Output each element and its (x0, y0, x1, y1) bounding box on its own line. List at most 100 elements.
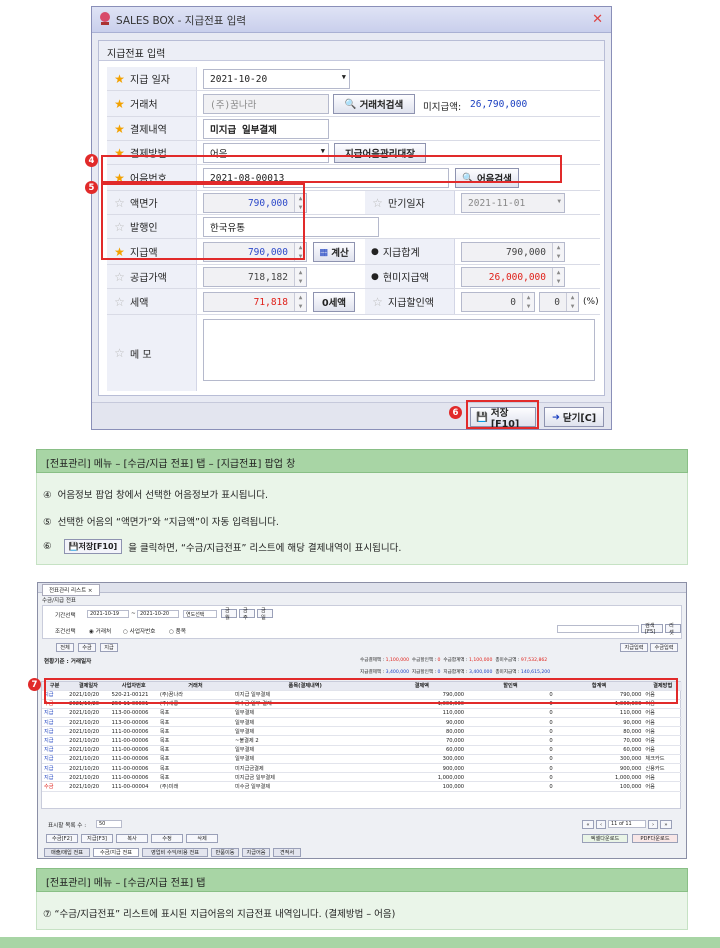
discount-pct-field[interactable]: 0 ▲ ▼ (539, 292, 579, 312)
table-row[interactable]: 지급 2021/10/20 111-00-00006 목포 미지급금결제 900,000 0… (42, 765, 682, 774)
table-row[interactable]: 지급 2021/10/20 111-00-00006 목포 일부결제 80,000 0 80,… (42, 728, 682, 737)
table-cell: 90,000 (623, 719, 642, 726)
first-page-button[interactable]: « (582, 820, 594, 829)
bottom-tab[interactable]: 지급어음 (242, 848, 270, 857)
table-cell: 2021/10/20 (69, 738, 100, 744)
page-size-select[interactable]: 50 (96, 820, 122, 828)
bottom-tab[interactable]: 반품이동 (211, 848, 239, 857)
inline-save-button: 💾저장[F10] (63, 539, 123, 554)
optional-star-icon: ☆ (114, 269, 125, 284)
prev-page-button[interactable]: ‹ (596, 820, 606, 829)
bottom-action-button[interactable]: 지급[F3] (81, 834, 113, 843)
caption1-line2: ⑤ 선택한 어음의 “액면가”와 “지급액”이 자동 입력됩니다. (43, 517, 279, 528)
bottom-action-button[interactable]: 삭제 (186, 834, 218, 843)
table-cell: 목포 (159, 747, 170, 754)
table-cell: 일부결제 (235, 710, 255, 717)
table-cell: 111-00-00006 (111, 756, 149, 763)
supply-field[interactable]: 718,182 ▲ ▼ (203, 267, 307, 287)
memo-textarea[interactable] (203, 319, 595, 381)
table-row[interactable]: 지급 2021/10/20 113-00-00006 목포 일부결제 90,000 0 90,… (42, 719, 682, 728)
table-row[interactable]: 지급 2021/10/20 111-00-00006 목포 미지급금 일부결제 1,000… (42, 774, 682, 783)
spinner-icon[interactable]: ▲ ▼ (566, 293, 578, 311)
window-tab[interactable]: 전표관리 리스트 × (42, 584, 100, 596)
table-cell: 2021/10/20 (69, 710, 100, 717)
excel-download-button[interactable]: 엑셀다운로드 (582, 834, 628, 843)
spinner-icon[interactable]: ▲ ▼ (552, 268, 564, 286)
last-page-button[interactable]: » (660, 820, 672, 829)
zero-tax-button[interactable]: 0세액 (313, 292, 355, 312)
bottom-action-button[interactable]: 복사 (116, 834, 148, 843)
search-input[interactable] (557, 625, 639, 633)
spinner-icon[interactable]: ▲ ▼ (522, 293, 534, 311)
table-cell: 100,000 (619, 784, 642, 790)
discount-field[interactable]: 0 ▲ ▼ (461, 292, 535, 312)
radio-vendor[interactable]: ◉ 거래처 (89, 627, 111, 635)
table-cell: 110,000 (619, 710, 642, 717)
period-label: 기간선택 (55, 613, 76, 619)
table-cell: 1,000,000 (437, 774, 465, 781)
table-cell: 60,000 (445, 747, 465, 754)
next-page-button[interactable]: › (648, 820, 658, 829)
table-cell: 70,000 (445, 738, 465, 744)
reset-button[interactable]: 리셋 (665, 623, 681, 636)
spinner-icon[interactable]: ▲ ▼ (294, 293, 306, 311)
row-vendor: ★ 거래처 (주)꿈나라 🔍 거래처검색 미지급액: 26,790,000 (107, 91, 600, 117)
vendor-search-button[interactable]: 🔍 거래처검색 (333, 94, 415, 114)
caption2-body: ⑦ “수금/지급전표” 리스트에 표시된 지급어음의 지급전표 내역입니다. (… (36, 892, 688, 930)
bottom-tab[interactable]: 영업비 수익/비용 전표 (142, 848, 208, 857)
pdf-download-button[interactable]: PDF다운로드 (632, 834, 678, 843)
filter-in-button[interactable]: 수금 (78, 643, 96, 652)
table-row[interactable]: 지급 2021/10/20 113-00-00006 목포 일부결제 110,000 0 11… (42, 709, 682, 718)
table-cell: 어음 (645, 747, 655, 754)
bottom-tab[interactable]: 견적서 (273, 848, 301, 857)
date-to-field[interactable]: 2021-10-20 (137, 610, 179, 618)
search-button[interactable]: 검색[F5] (641, 623, 663, 635)
pay-total-field[interactable]: 790,000 ▲ ▼ (461, 242, 565, 262)
bottom-tab[interactable]: 수금/지급 전표 (93, 848, 139, 857)
today-button[interactable]: 금일 (257, 608, 273, 621)
table-cell: 111-00-00006 (111, 728, 149, 735)
table-row[interactable]: 지급 2021/10/20 111-00-00006 목포 일부결제 60,000 0 60,… (42, 746, 682, 755)
tax-field[interactable]: 71,818 ▲ ▼ (203, 292, 307, 312)
bottom-action-button[interactable]: 수금[F2] (46, 834, 78, 843)
table-cell: 0 (549, 765, 553, 772)
label-pay-total: ● 지급합계 (365, 239, 455, 264)
this-week-button[interactable]: 금주 (239, 608, 255, 621)
year-select[interactable]: 연도선택 (183, 610, 217, 618)
pay-date-select[interactable]: 2021-10-20 ▼ (203, 69, 350, 89)
table-row[interactable]: 지급 2021/10/20 111-00-00006 목포 일부결제 300,000 0 30… (42, 755, 682, 764)
percent-label: (%) (583, 297, 599, 307)
row-memo: ☆ 메 모 (107, 315, 600, 391)
pay-input-button[interactable]: 지급입력 (620, 643, 648, 652)
close-icon[interactable]: ✕ (592, 12, 603, 27)
spinner-icon[interactable]: ▲ ▼ (294, 268, 306, 286)
radio-item[interactable]: ○ 품목 (169, 627, 186, 635)
dialog-titlebar: SALES BOX - 지급전표 입력 ✕ (92, 7, 611, 33)
receive-input-button[interactable]: 수금입력 (650, 643, 678, 652)
spinner-icon[interactable]: ▲ ▼ (552, 243, 564, 261)
close-button[interactable]: ➜ 닫기[C] (544, 407, 604, 427)
filter-out-button[interactable]: 지급 (100, 643, 118, 652)
floppy-disk-icon: 💾 (68, 542, 79, 551)
due-date-field[interactable]: 2021-11-01 ▼ (461, 193, 565, 213)
table-row[interactable]: 지급 2021/10/20 111-00-00006 목포 ~불결제 2 70,000 0 7… (42, 737, 682, 746)
this-month-button[interactable]: 금월 (221, 608, 237, 621)
description-input[interactable]: 미지급 일부결제 (203, 119, 329, 139)
filter-all-button[interactable]: 전체 (56, 643, 74, 652)
radio-bizno[interactable]: ○ 사업자번호 (123, 627, 155, 635)
table-cell: 900,000 (442, 765, 465, 772)
table-cell: ~불결제 2 (235, 738, 259, 744)
bottom-action-button[interactable]: 수정 (151, 834, 183, 843)
date-from-field[interactable]: 2021-10-19 (87, 610, 129, 618)
table-cell: 80,000 (623, 728, 642, 735)
highlight-box-note-number (101, 155, 562, 183)
salesbox-logo-icon (98, 11, 112, 27)
cash-field[interactable]: 26,000,000 ▲ ▼ (461, 267, 565, 287)
caption2-header: [전표관리] 메뉴 – [수금/지급 전표] 탭 (36, 868, 688, 892)
vendor-field[interactable]: (주)꿈나라 (203, 94, 329, 114)
table-cell: 0 (549, 784, 553, 790)
bottom-tab[interactable]: 매출/매입 전표 (44, 848, 90, 857)
table-cell: 지급 (44, 738, 54, 744)
calc-button[interactable]: ▦ 계산 (313, 242, 355, 262)
table-row[interactable]: 수금 2021/10/20 111-00-00004 (주)미래 미수금 일부결제 100… (42, 783, 682, 792)
